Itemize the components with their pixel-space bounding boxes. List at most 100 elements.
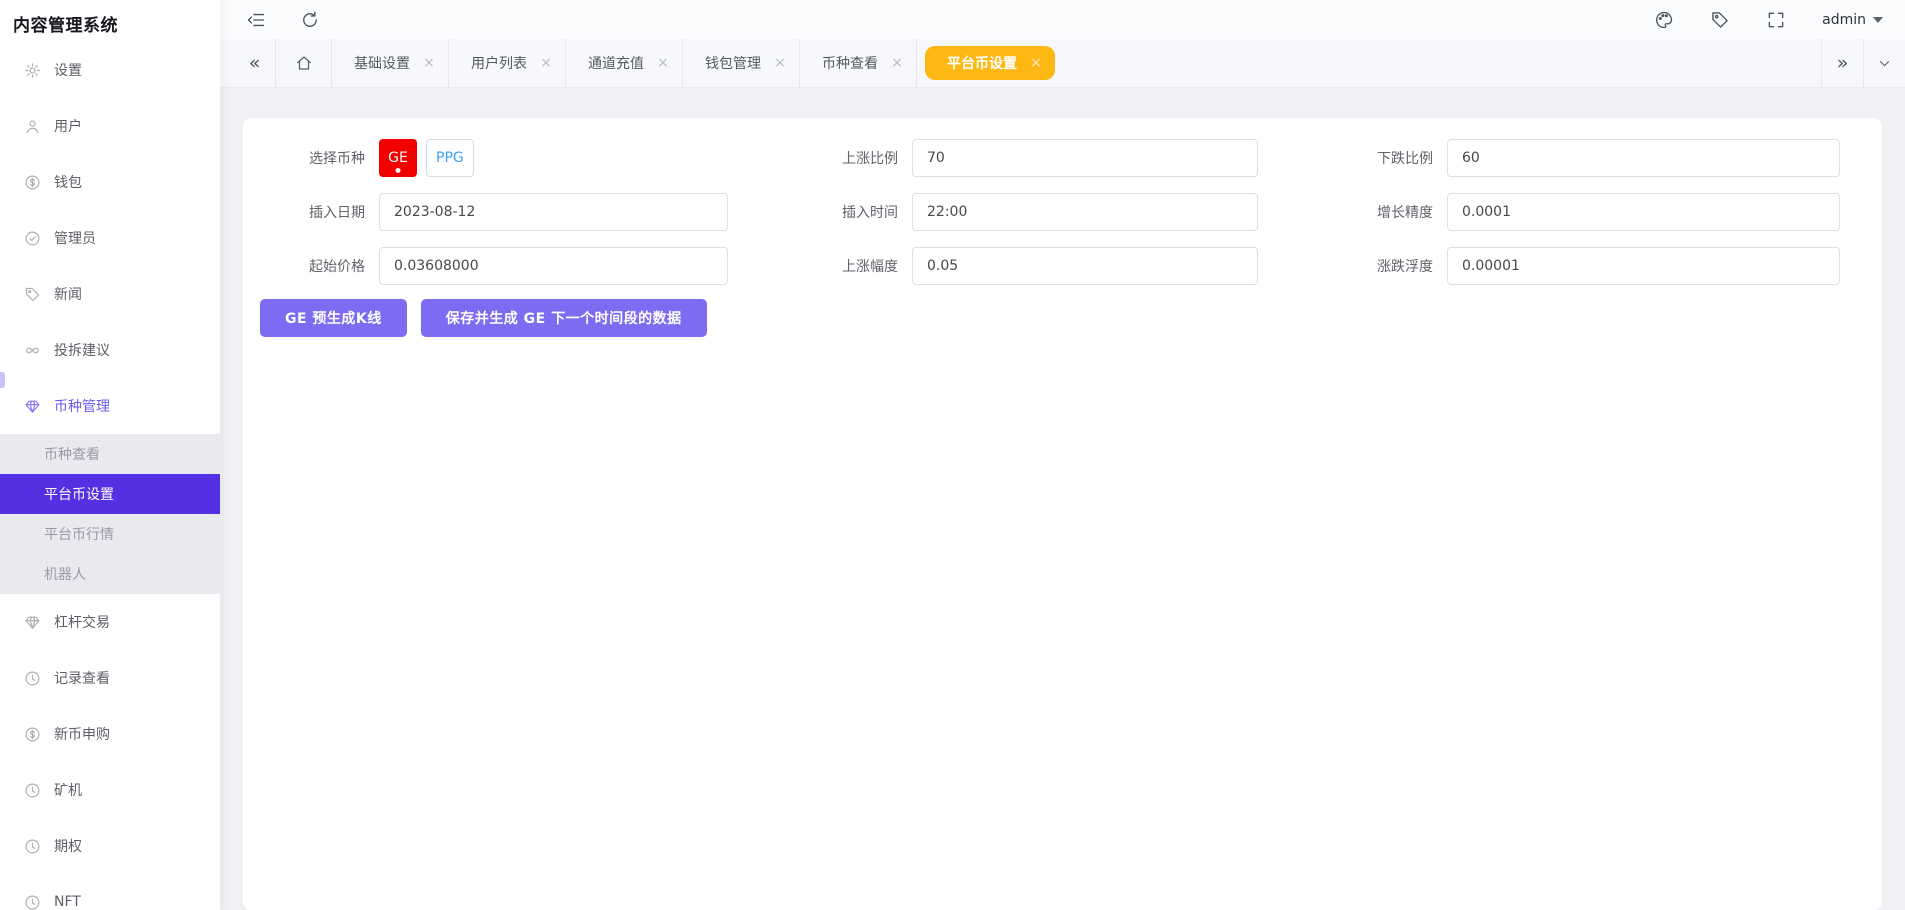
close-icon[interactable]: × [1029, 55, 1043, 71]
close-icon[interactable]: × [656, 55, 670, 71]
tabs-more-button[interactable] [1863, 39, 1905, 87]
close-icon[interactable]: × [890, 55, 904, 71]
sidebar-item-news[interactable]: 新闻 [0, 266, 220, 322]
sidebar-menu: 设置 用户 钱包 管理员 新闻 投拆建议 [0, 42, 220, 910]
submenu-item-platform-coin-market[interactable]: 平台币行情 [0, 514, 220, 554]
sidebar-item-wallet[interactable]: 钱包 [0, 154, 220, 210]
tab-label: 通道充值 [588, 53, 644, 73]
field-label: 下跌比例 [1361, 148, 1433, 168]
sidebar-item-options[interactable]: 期权 [0, 818, 220, 874]
refresh-icon[interactable] [300, 10, 320, 30]
sidebar-item-settings[interactable]: 设置 [0, 42, 220, 98]
form-actions: GE 预生成K线 保存并生成 GE 下一个时间段的数据 [260, 299, 1882, 337]
main-area: admin « 基础设置 × 用户列表 × 通道充值 × [220, 0, 1905, 910]
fold-icon[interactable] [246, 10, 266, 30]
sidebar-item-mining-machine[interactable]: 矿机 [0, 762, 220, 818]
coin-selector-cell: 选择币种 GE PPG [293, 139, 826, 177]
field-label-coin: 选择币种 [293, 148, 365, 168]
header-right-icons: admin [1654, 10, 1883, 30]
dollar-circle-icon [24, 174, 41, 191]
insert-time-input[interactable] [912, 193, 1258, 231]
close-icon[interactable]: × [539, 55, 553, 71]
price-tag-icon [24, 286, 41, 303]
chevron-down-icon [1877, 56, 1892, 71]
sidebar-item-nft[interactable]: NFT [0, 874, 220, 910]
sidebar-item-leverage-trading[interactable]: 杠杆交易 [0, 594, 220, 650]
tab-strip-spacer [1061, 39, 1821, 87]
tab-label: 基础设置 [354, 53, 410, 73]
close-icon[interactable]: × [773, 55, 787, 71]
field-start-price: 起始价格 [293, 247, 826, 285]
tab-coin-view[interactable]: 币种查看 × [800, 39, 917, 87]
sidebar-scroll-indicator[interactable] [0, 372, 5, 388]
tabs-expand-button[interactable]: » [1821, 39, 1863, 87]
sidebar-item-label: 矿机 [54, 780, 82, 800]
sidebar-item-coin-management[interactable]: 币种管理 [0, 378, 220, 434]
tab-label: 平台币设置 [947, 53, 1017, 73]
sidebar-item-label: 新闻 [54, 284, 82, 304]
app-root: 内容管理系统 设置 用户 钱包 管理员 新闻 [0, 0, 1905, 910]
insert-date-input[interactable] [379, 193, 728, 231]
submenu-item-label: 币种查看 [44, 444, 100, 464]
pre-generate-kline-button[interactable]: GE 预生成K线 [260, 299, 407, 337]
sidebar-item-new-coin-subscription[interactable]: 新币申购 [0, 706, 220, 762]
tab-basic-settings[interactable]: 基础设置 × [332, 39, 449, 87]
fluctuation-input[interactable] [1447, 247, 1840, 285]
badge-check-icon [24, 230, 41, 247]
app-title: 内容管理系统 [0, 0, 220, 42]
tab-strip: « 基础设置 × 用户列表 × 通道充值 × 钱包管理 × 币种查看 [220, 39, 1905, 88]
tabs-collapse-button[interactable]: « [234, 39, 276, 87]
user-icon [24, 118, 41, 135]
sidebar-submenu-wrap: 币种查看 平台币设置 平台币行情 机器人 [0, 434, 220, 594]
tab-label: 币种查看 [822, 53, 878, 73]
save-and-generate-next-period-button[interactable]: 保存并生成 GE 下一个时间段的数据 [421, 299, 707, 337]
fall-ratio-input[interactable] [1447, 139, 1840, 177]
sidebar-submenu: 币种查看 平台币设置 平台币行情 机器人 [0, 434, 220, 594]
field-label: 插入日期 [293, 202, 365, 222]
sidebar-item-admins[interactable]: 管理员 [0, 210, 220, 266]
palette-icon[interactable] [1654, 10, 1674, 30]
field-label: 起始价格 [293, 256, 365, 276]
field-fluctuation: 涨跌浮度 [1361, 247, 1842, 285]
start-price-input[interactable] [379, 247, 728, 285]
field-label: 增长精度 [1361, 202, 1433, 222]
sidebar-item-records[interactable]: 记录查看 [0, 650, 220, 706]
top-header: admin [220, 0, 1905, 39]
history-icon [24, 782, 41, 799]
user-menu[interactable]: admin [1822, 12, 1883, 28]
field-growth-precision: 增长精度 [1361, 193, 1842, 231]
growth-precision-input[interactable] [1447, 193, 1840, 231]
field-rise-ratio: 上涨比例 [826, 139, 1361, 177]
sidebar-item-feedback[interactable]: 投拆建议 [0, 322, 220, 378]
home-icon [295, 54, 313, 72]
tab-platform-coin-settings[interactable]: 平台币设置 × [925, 46, 1055, 80]
history-icon [24, 670, 41, 687]
sidebar-item-label: 杠杆交易 [54, 612, 110, 632]
submenu-item-robot[interactable]: 机器人 [0, 554, 220, 594]
submenu-item-coin-view[interactable]: 币种查看 [0, 434, 220, 474]
sidebar-item-label: 期权 [54, 836, 82, 856]
rise-amplitude-input[interactable] [912, 247, 1258, 285]
coin-option-ppg[interactable]: PPG [426, 139, 474, 177]
submenu-item-label: 平台币设置 [44, 484, 114, 504]
sidebar-item-label: NFT [54, 894, 81, 910]
history-icon [24, 894, 41, 910]
coin-option-ge[interactable]: GE [379, 139, 417, 177]
tag-icon[interactable] [1710, 10, 1730, 30]
expand-icon[interactable] [1766, 10, 1786, 30]
tab-user-list[interactable]: 用户列表 × [449, 39, 566, 87]
field-label: 上涨比例 [826, 148, 898, 168]
header-left-icons [246, 10, 320, 30]
close-icon[interactable]: × [422, 55, 436, 71]
submenu-item-platform-coin-settings[interactable]: 平台币设置 [0, 474, 220, 514]
tab-wallet-management[interactable]: 钱包管理 × [683, 39, 800, 87]
field-label: 插入时间 [826, 202, 898, 222]
rise-ratio-input[interactable] [912, 139, 1258, 177]
sidebar-item-label: 投拆建议 [54, 340, 110, 360]
tab-label: 钱包管理 [705, 53, 761, 73]
home-tab-button[interactable] [276, 39, 332, 87]
submenu-item-label: 平台币行情 [44, 524, 114, 544]
tab-channel-recharge[interactable]: 通道充值 × [566, 39, 683, 87]
history-icon [24, 838, 41, 855]
sidebar-item-users[interactable]: 用户 [0, 98, 220, 154]
